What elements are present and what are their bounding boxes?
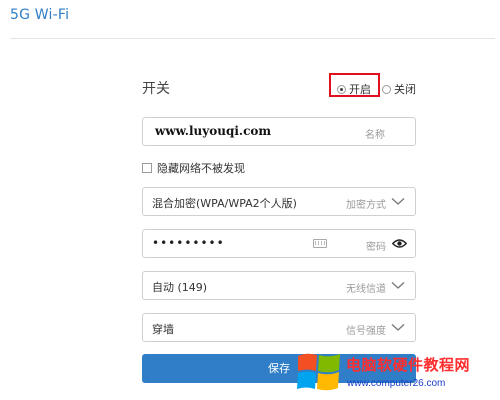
- ssid-hint: 名称: [365, 130, 385, 141]
- ssid-field[interactable]: www.luyouqi.com 名称: [142, 117, 416, 146]
- wifi-settings-page: 5G Wi-Fi 开关 开启 关闭 www.luyouqi.com 名称 隐藏网…: [0, 0, 500, 400]
- switch-label: 开关: [142, 81, 170, 97]
- channel-select[interactable]: 自动 (149) 无线信道: [142, 271, 416, 300]
- hide-network-label: 隐藏网络不被发现: [157, 162, 245, 175]
- signal-hint: 信号强度: [346, 326, 386, 337]
- signal-value: 穿墙: [152, 323, 174, 336]
- radio-selected-icon[interactable]: [337, 84, 346, 94]
- password-field[interactable]: ••••••••• 密码: [142, 229, 416, 258]
- signal-select[interactable]: 穿墙 信号强度: [142, 313, 416, 342]
- page-title: 5G Wi-Fi: [10, 7, 70, 23]
- channel-value: 自动 (149): [152, 281, 208, 294]
- eye-icon[interactable]: [392, 238, 407, 249]
- chevron-down-icon[interactable]: [391, 323, 405, 332]
- password-value: •••••••••: [152, 236, 225, 250]
- checkbox-icon[interactable]: [142, 163, 152, 173]
- radio-on[interactable]: 开启: [337, 81, 371, 97]
- radio-off[interactable]: 关闭: [382, 81, 416, 97]
- chevron-down-icon[interactable]: [391, 197, 405, 206]
- windows-logo-icon: [297, 353, 340, 391]
- encryption-hint: 加密方式: [346, 200, 386, 211]
- chevron-down-icon[interactable]: [391, 281, 405, 290]
- radio-unselected-icon[interactable]: [382, 84, 391, 94]
- watermark-url: www.computer26.com: [347, 378, 446, 389]
- encryption-value: 混合加密(WPA/WPA2个人版): [152, 197, 297, 210]
- channel-hint: 无线信道: [346, 284, 386, 295]
- radio-off-label: 关闭: [394, 83, 416, 96]
- ssid-value: www.luyouqi.com: [155, 124, 272, 138]
- password-hint: 密码: [366, 242, 386, 253]
- hide-network-checkbox[interactable]: 隐藏网络不被发现: [142, 160, 245, 176]
- encryption-select[interactable]: 混合加密(WPA/WPA2个人版) 加密方式: [142, 187, 416, 216]
- radio-on-label: 开启: [349, 83, 371, 96]
- watermark: 电脑软硬件教程网 www.computer26.com: [296, 350, 500, 400]
- watermark-title: 电脑软硬件教程网: [346, 356, 471, 374]
- keyboard-icon[interactable]: [313, 239, 327, 248]
- title-divider: [10, 38, 495, 39]
